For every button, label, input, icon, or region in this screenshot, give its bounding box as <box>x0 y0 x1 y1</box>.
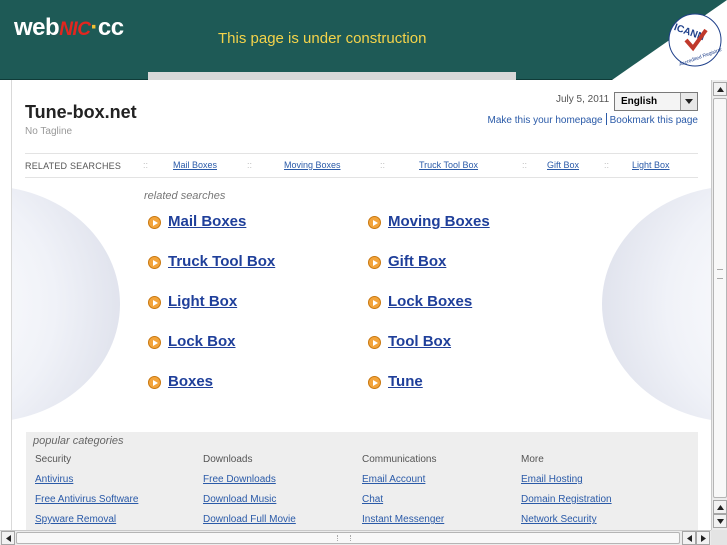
arrow-bullet-icon <box>368 336 381 349</box>
category-link[interactable]: Network Security <box>521 514 597 525</box>
arrow-bullet-icon <box>148 376 161 389</box>
arrow-bullet-icon <box>148 296 161 309</box>
icann-badge[interactable]: ICANN Accredited Registrar <box>566 0 727 80</box>
bar-separator: :: <box>247 160 253 170</box>
category-link[interactable]: Download Full Movie <box>203 514 296 525</box>
related-link-text[interactable]: Moving Boxes <box>388 213 490 230</box>
bar-link[interactable]: Moving Boxes <box>284 160 341 170</box>
arrow-bullet-icon <box>148 256 161 269</box>
related-searches-heading: related searches <box>144 190 226 202</box>
logo-dot: · <box>90 14 98 41</box>
category-link[interactable]: Spyware Removal <box>35 514 116 525</box>
related-link-text[interactable]: Lock Box <box>168 333 236 350</box>
arrow-up-icon <box>717 87 724 92</box>
arrow-bullet-icon <box>368 376 381 389</box>
related-link-text[interactable]: Tool Box <box>388 333 451 350</box>
bar-separator: :: <box>143 160 149 170</box>
logo-nic: NIC <box>59 19 91 40</box>
vertical-scroll-thumb[interactable] <box>713 98 727 498</box>
related-link-text[interactable]: Truck Tool Box <box>168 253 275 270</box>
category-link[interactable]: Free Antivirus Software <box>35 494 138 505</box>
related-link-text[interactable]: Boxes <box>168 373 213 390</box>
related-searches-bar: RELATED SEARCHES :: Mail Boxes :: Moving… <box>25 153 698 178</box>
arrow-bullet-icon <box>368 216 381 229</box>
grip-icon <box>717 269 723 279</box>
arrow-left-icon <box>6 535 11 542</box>
category-link[interactable]: Email Hosting <box>521 474 583 485</box>
grip-icon <box>337 535 351 541</box>
parked-page: Tune-box.net No Tagline July 5, 2011 Eng… <box>12 82 711 530</box>
decorative-sphere-right <box>602 186 711 422</box>
language-select[interactable]: English <box>614 92 698 111</box>
popular-categories: popular categories Security Antivirus Fr… <box>26 432 698 530</box>
related-link-text[interactable]: Tune <box>388 373 423 390</box>
bar-link[interactable]: Light Box <box>632 160 670 170</box>
chevron-down-icon[interactable] <box>680 93 697 110</box>
category-link[interactable]: Download Music <box>203 494 276 505</box>
link-divider <box>605 113 607 125</box>
category-title: Security <box>35 454 72 465</box>
scroll-down-button[interactable] <box>713 514 727 528</box>
category-link[interactable]: Antivirus <box>35 474 73 485</box>
horizontal-scrollbar[interactable] <box>0 530 727 545</box>
scroll-right-button[interactable] <box>696 531 710 545</box>
arrow-left-icon <box>687 535 692 542</box>
arrow-down-icon <box>717 519 724 524</box>
left-frame-edge <box>0 80 12 530</box>
site-title: Tune-box.net <box>25 102 137 122</box>
webnic-logo[interactable]: webNIC·cc <box>14 14 124 42</box>
bookmark-link[interactable]: Bookmark this page <box>610 115 698 126</box>
logo-web: web <box>14 14 60 41</box>
top-links: Make this your homepage Bookmark this pag… <box>488 113 698 126</box>
category-title: Communications <box>362 454 437 465</box>
category-link[interactable]: Chat <box>362 494 383 505</box>
arrow-up-icon <box>717 505 724 510</box>
scroll-left-button-right[interactable] <box>682 531 696 545</box>
related-bar-label: RELATED SEARCHES <box>25 161 122 171</box>
arrow-right-icon <box>701 535 706 542</box>
arrow-bullet-icon <box>148 336 161 349</box>
arrow-bullet-icon <box>148 216 161 229</box>
scroll-up-button[interactable] <box>713 82 727 96</box>
related-link-text[interactable]: Lock Boxes <box>388 293 472 310</box>
popular-heading: popular categories <box>33 435 124 447</box>
scroll-up-button-lower[interactable] <box>713 500 727 514</box>
construction-message: This page is under construction <box>218 30 427 47</box>
language-value: English <box>621 96 658 107</box>
vertical-scrollbar[interactable] <box>711 80 727 530</box>
related-link-text[interactable]: Light Box <box>168 293 237 310</box>
category-link[interactable]: Free Downloads <box>203 474 276 485</box>
scrollbar-corner <box>711 530 727 545</box>
bar-separator: :: <box>380 160 386 170</box>
bar-separator: :: <box>522 160 528 170</box>
category-link[interactable]: Email Account <box>362 474 425 485</box>
horizontal-scroll-thumb[interactable] <box>16 532 680 544</box>
decorative-sphere-left <box>12 186 120 422</box>
category-title: More <box>521 454 544 465</box>
page-date: July 5, 2011 <box>556 94 610 105</box>
related-link-text[interactable]: Mail Boxes <box>168 213 246 230</box>
related-link-text[interactable]: Gift Box <box>388 253 446 270</box>
icann-logo-icon: ICANN Accredited Registrar <box>612 0 727 80</box>
category-link[interactable]: Domain Registration <box>521 494 612 505</box>
site-tagline: No Tagline <box>25 126 73 137</box>
bar-link[interactable]: Gift Box <box>547 160 579 170</box>
bar-separator: :: <box>604 160 610 170</box>
bar-link[interactable]: Mail Boxes <box>173 160 217 170</box>
bar-link[interactable]: Truck Tool Box <box>419 160 478 170</box>
top-banner: webNIC·cc This page is under constructio… <box>0 0 727 81</box>
arrow-bullet-icon <box>368 296 381 309</box>
logo-cc: cc <box>97 14 124 41</box>
category-link[interactable]: Instant Messenger <box>362 514 444 525</box>
category-title: Downloads <box>203 454 253 465</box>
arrow-bullet-icon <box>368 256 381 269</box>
make-homepage-link[interactable]: Make this your homepage <box>488 115 603 126</box>
scroll-left-button[interactable] <box>1 531 15 545</box>
